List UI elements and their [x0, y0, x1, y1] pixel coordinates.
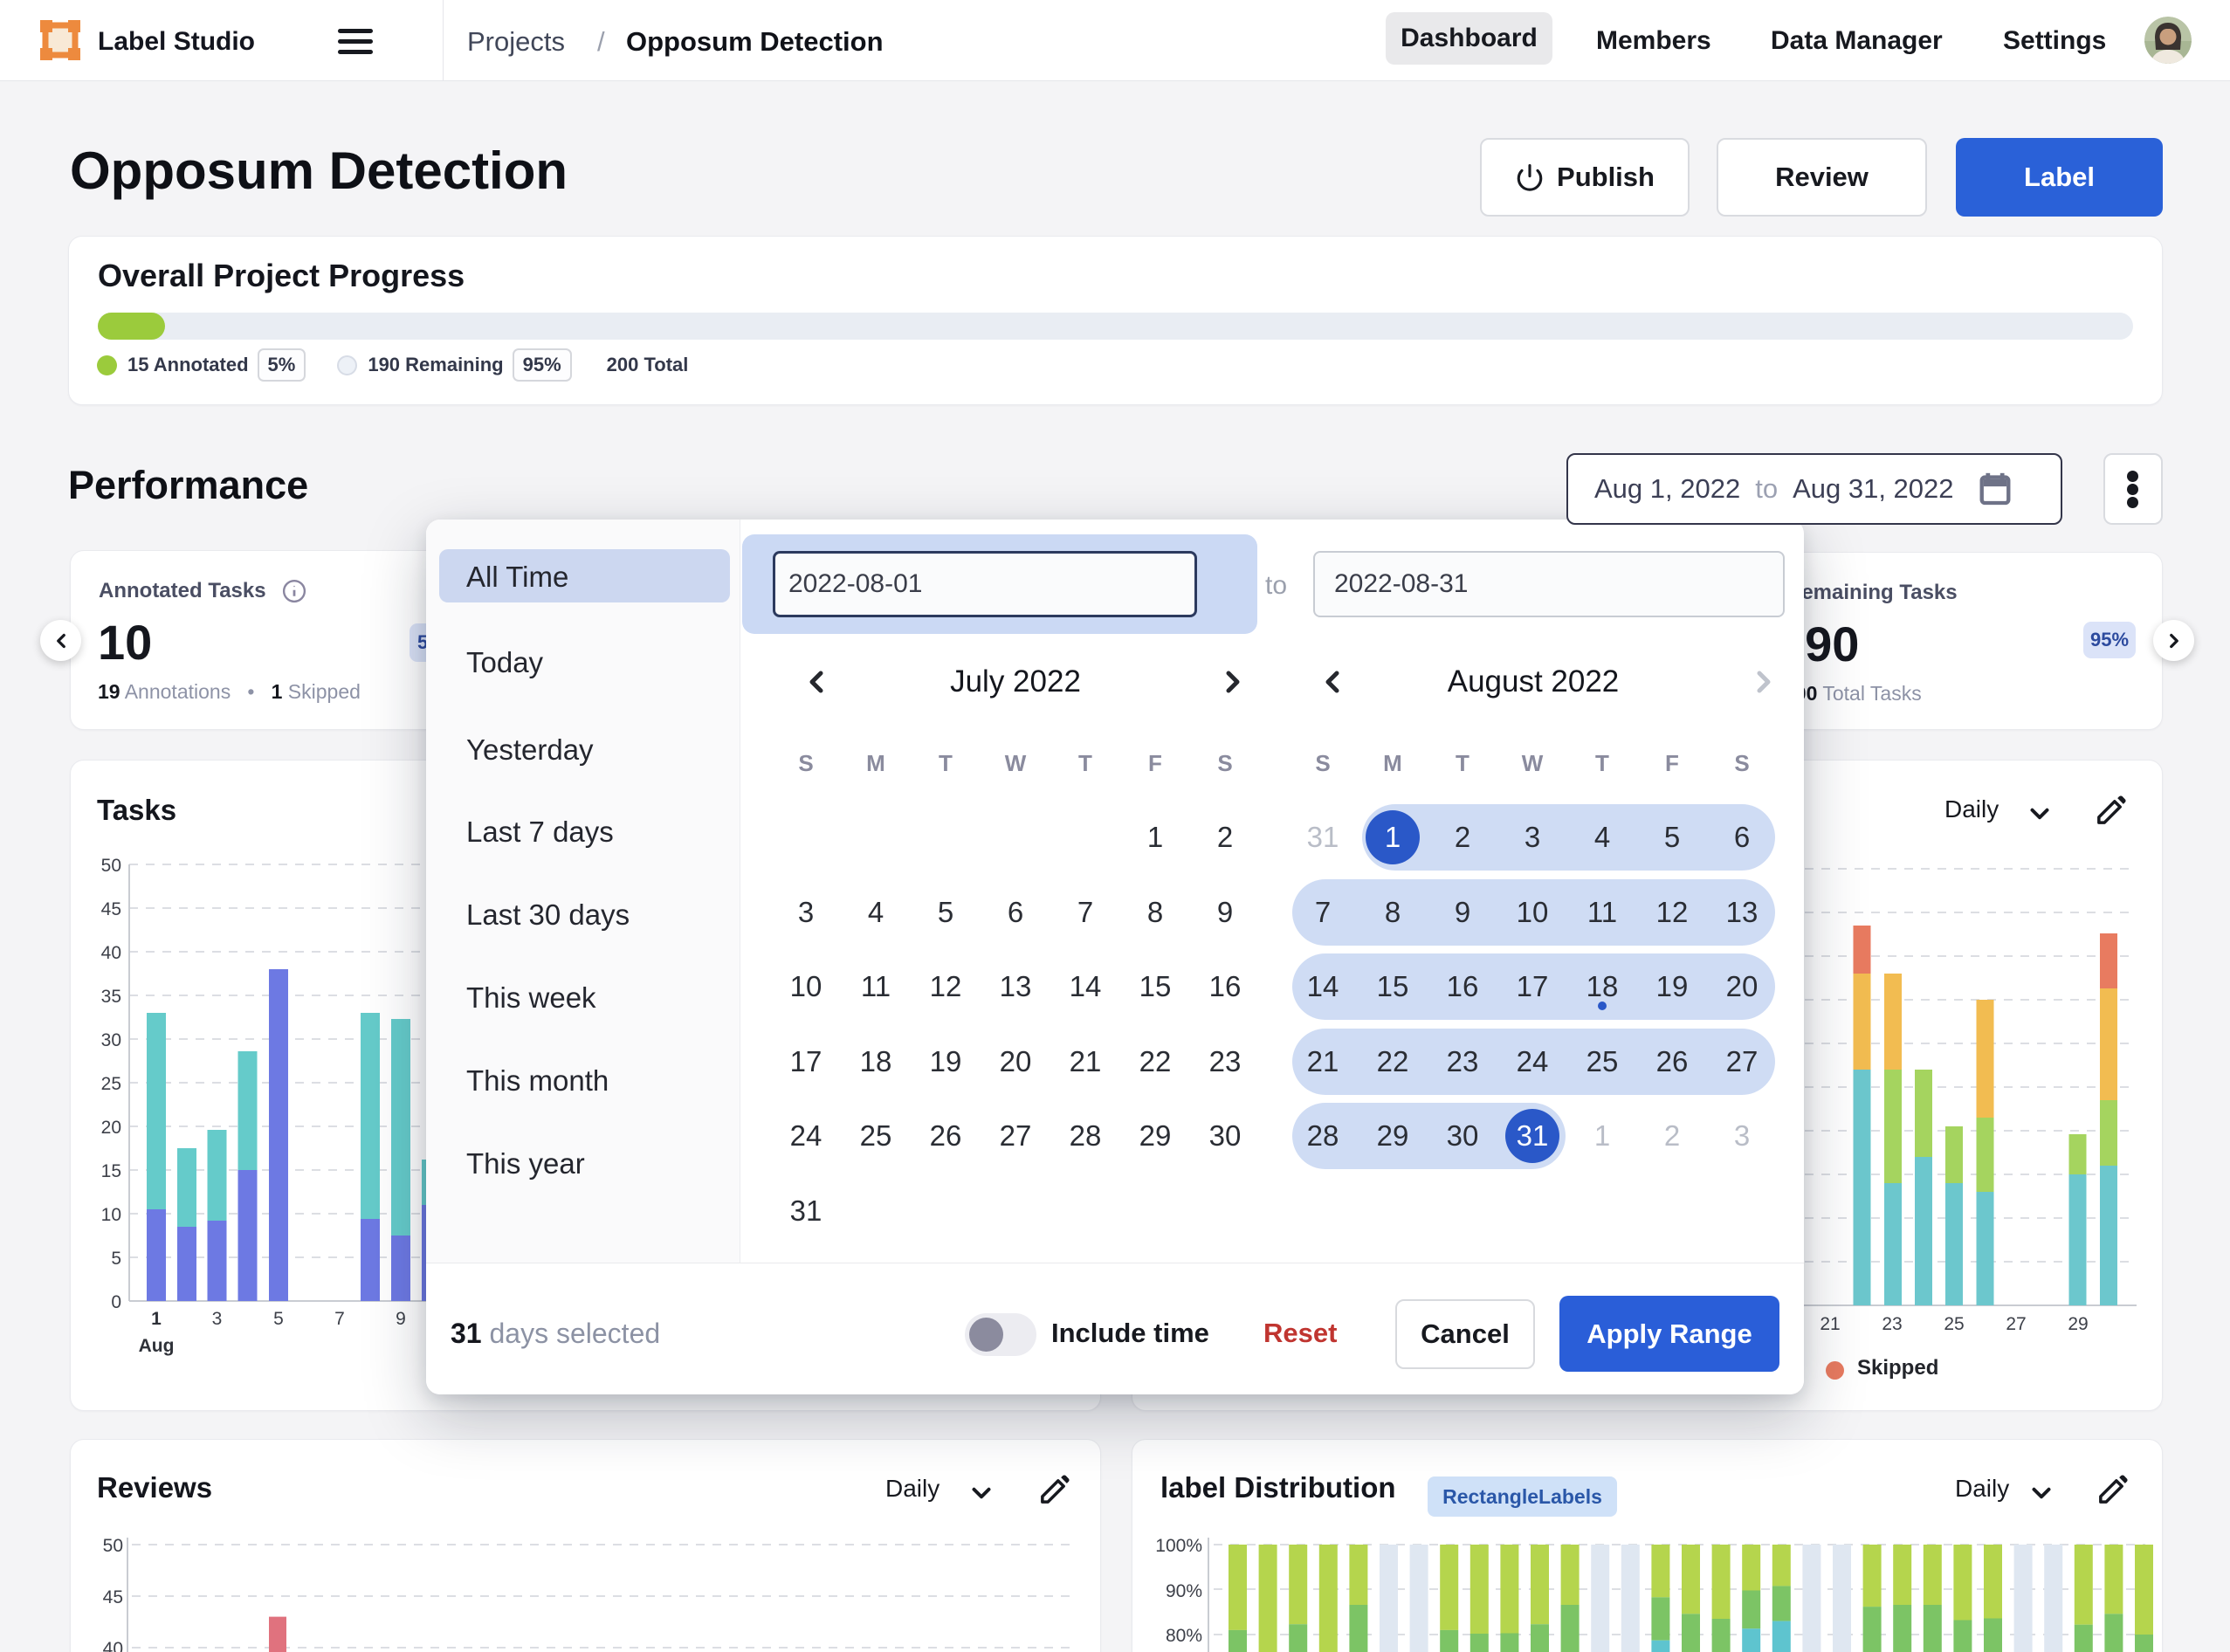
svg-text:10: 10 — [101, 1205, 121, 1225]
svg-text:35: 35 — [101, 987, 121, 1007]
svg-text:5: 5 — [273, 1309, 284, 1329]
svg-text:25: 25 — [1944, 1314, 1964, 1334]
svg-text:1: 1 — [151, 1309, 162, 1329]
svg-text:45: 45 — [103, 1587, 123, 1607]
svg-text:20: 20 — [101, 1118, 121, 1138]
svg-text:7: 7 — [334, 1309, 345, 1329]
svg-text:40: 40 — [101, 943, 121, 963]
svg-text:9: 9 — [396, 1309, 406, 1329]
svg-text:80%: 80% — [1166, 1626, 1202, 1646]
svg-text:90%: 90% — [1166, 1581, 1202, 1601]
svg-text:0: 0 — [111, 1292, 121, 1312]
svg-text:30: 30 — [101, 1030, 121, 1050]
svg-text:50: 50 — [103, 1536, 123, 1556]
svg-text:40: 40 — [103, 1639, 123, 1652]
svg-text:25: 25 — [101, 1074, 121, 1094]
svg-text:27: 27 — [2006, 1314, 2026, 1334]
svg-text:23: 23 — [1882, 1314, 1902, 1334]
svg-text:3: 3 — [212, 1309, 223, 1329]
svg-text:50: 50 — [101, 856, 121, 876]
svg-text:45: 45 — [101, 899, 121, 919]
svg-text:Aug: Aug — [139, 1336, 175, 1356]
svg-text:5: 5 — [111, 1249, 121, 1269]
svg-text:15: 15 — [101, 1161, 121, 1181]
svg-text:100%: 100% — [1155, 1536, 1202, 1556]
svg-text:29: 29 — [2068, 1314, 2088, 1334]
svg-text:21: 21 — [1820, 1314, 1840, 1334]
